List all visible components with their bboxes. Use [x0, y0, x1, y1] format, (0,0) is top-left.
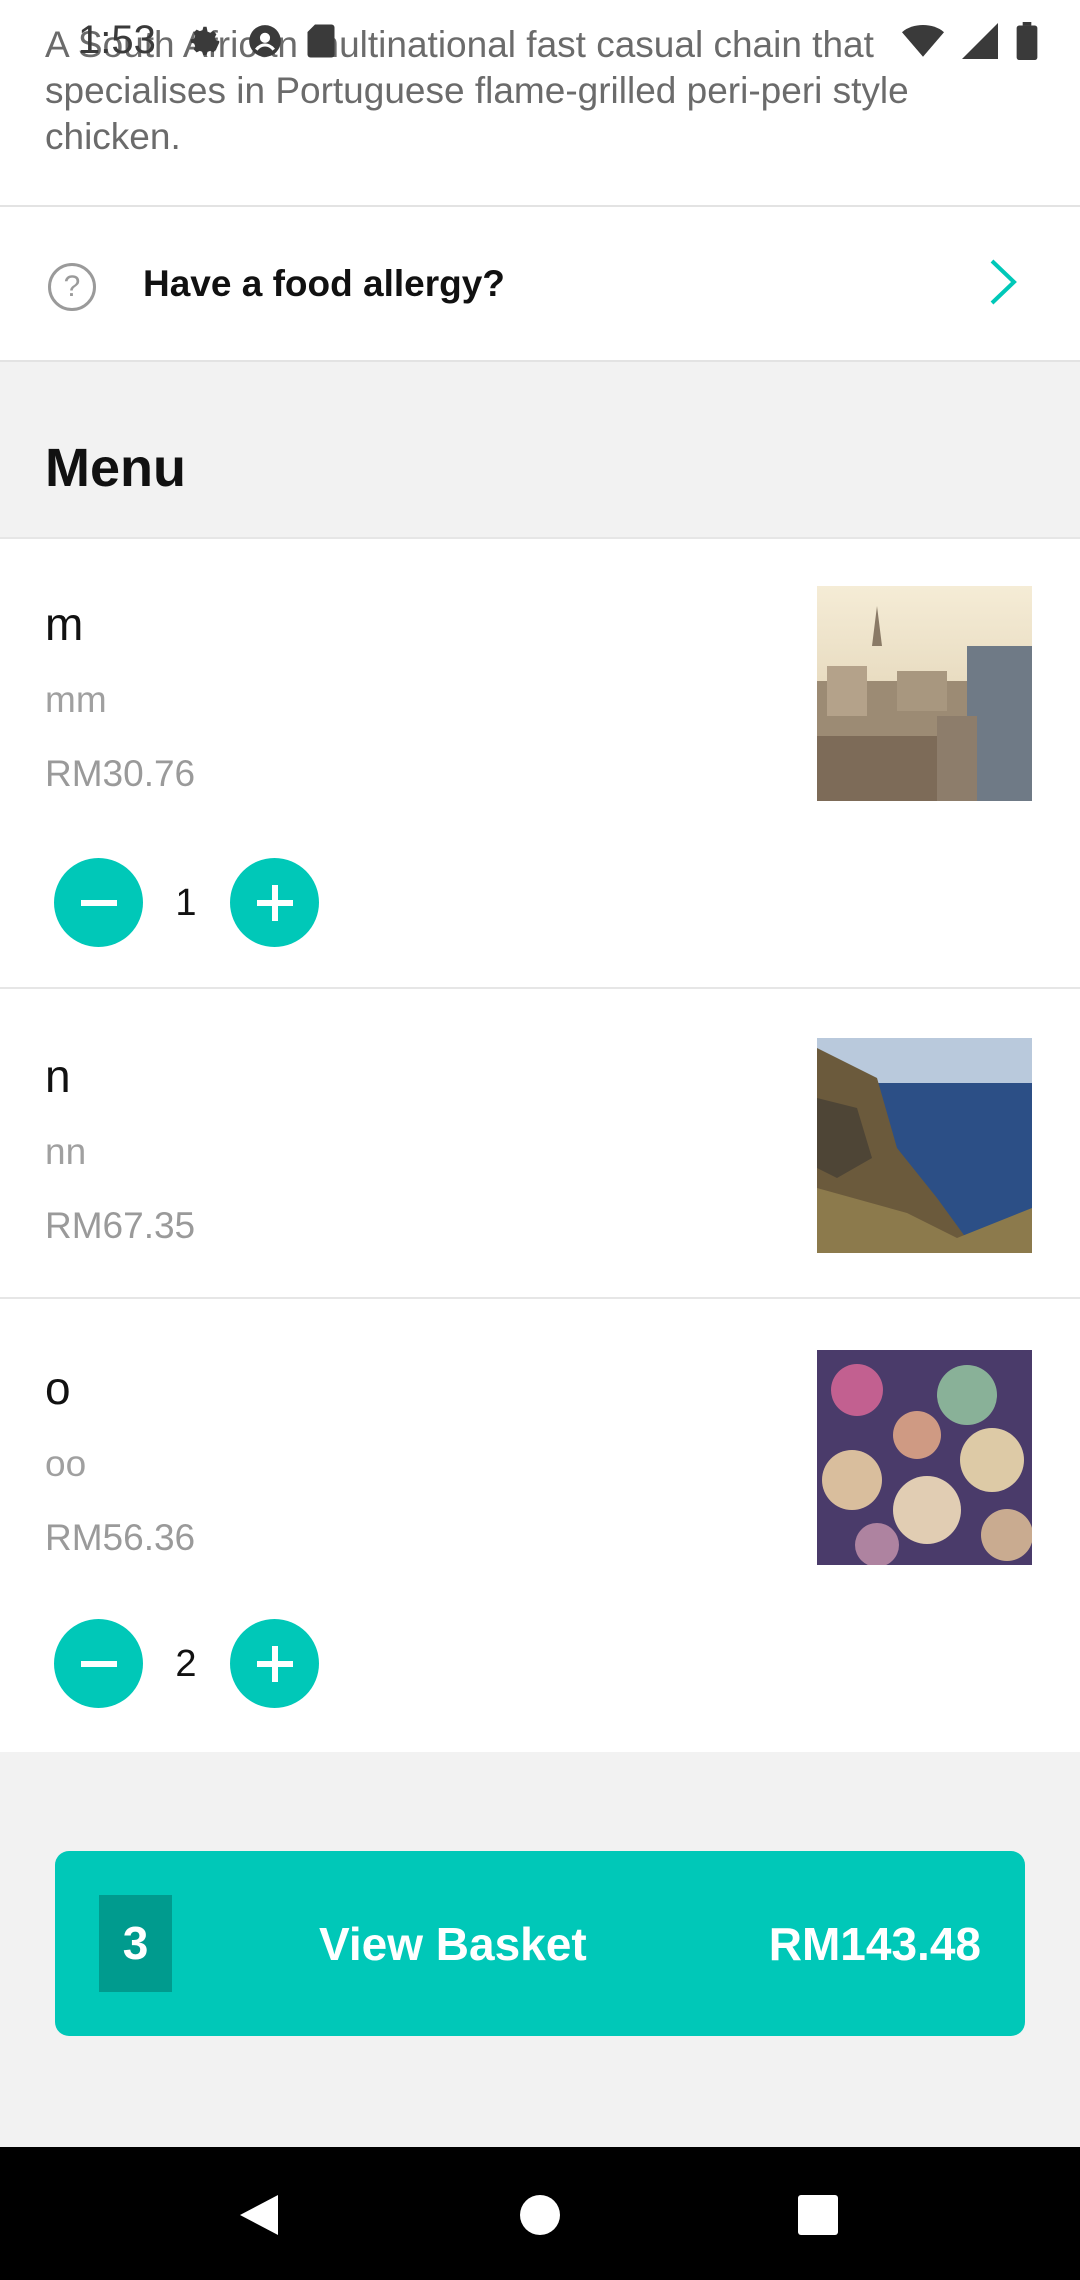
menu-item-name: n — [45, 1050, 71, 1102]
battery-icon — [1016, 22, 1038, 60]
city-skyline-photo — [817, 586, 1032, 801]
menu-item[interactable]: o oo RM56.36 — [0, 1297, 1080, 1609]
minus-icon — [80, 1660, 117, 1667]
settings-icon — [190, 26, 220, 56]
menu-item-description: nn — [45, 1131, 87, 1172]
basket-total: RM143.48 — [768, 1918, 981, 1970]
menu-item-description: mm — [45, 679, 107, 720]
plus-icon — [256, 884, 293, 921]
status-time: 1:53 — [78, 18, 156, 62]
menu-title: Menu — [45, 438, 186, 498]
increase-quantity-button[interactable] — [230, 858, 319, 947]
plus-icon — [256, 1645, 293, 1682]
back-icon[interactable] — [238, 2193, 280, 2237]
menu-item-name: m — [45, 598, 84, 650]
wifi-icon — [902, 25, 944, 57]
system-navigation-bar — [0, 2147, 1080, 2280]
menu-item-price: RM56.36 — [45, 1517, 196, 1558]
minus-icon — [80, 899, 117, 906]
chevron-right-icon — [990, 259, 1017, 305]
recents-icon[interactable] — [797, 2194, 839, 2236]
sd-card-icon — [307, 24, 335, 58]
sea-cliff-photo — [817, 1038, 1032, 1253]
decrease-quantity-button[interactable] — [54, 858, 143, 947]
quantity-stepper: 2 — [0, 1607, 1080, 1752]
food-allergy-row[interactable]: ? Have a food allergy? — [0, 207, 1080, 362]
menu-item-name: o — [45, 1362, 71, 1414]
menu-item-price: RM30.76 — [45, 753, 196, 794]
account-circle-icon — [249, 25, 281, 57]
bokeh-lights-photo — [817, 1350, 1032, 1565]
quantity-stepper: 1 — [0, 847, 1080, 987]
home-icon[interactable] — [519, 2194, 561, 2236]
decrease-quantity-button[interactable] — [54, 1619, 143, 1708]
cell-signal-icon — [962, 23, 998, 59]
status-bar: 1:53 — [0, 0, 1080, 90]
view-basket-label: View Basket — [319, 1918, 587, 1970]
basket-item-count: 3 — [99, 1895, 172, 1992]
quantity-value: 1 — [175, 882, 197, 924]
increase-quantity-button[interactable] — [230, 1619, 319, 1708]
help-circle-icon: ? — [48, 263, 96, 311]
menu-item[interactable]: m mm RM30.76 — [0, 537, 1080, 849]
menu-item[interactable]: n nn RM67.35 — [0, 987, 1080, 1299]
view-basket-button[interactable]: 3 View Basket RM143.48 — [55, 1851, 1025, 2036]
quantity-value: 2 — [175, 1643, 197, 1685]
menu-item-description: oo — [45, 1443, 87, 1484]
menu-item-price: RM67.35 — [45, 1205, 196, 1246]
food-allergy-label: Have a food allergy? — [143, 263, 505, 304]
